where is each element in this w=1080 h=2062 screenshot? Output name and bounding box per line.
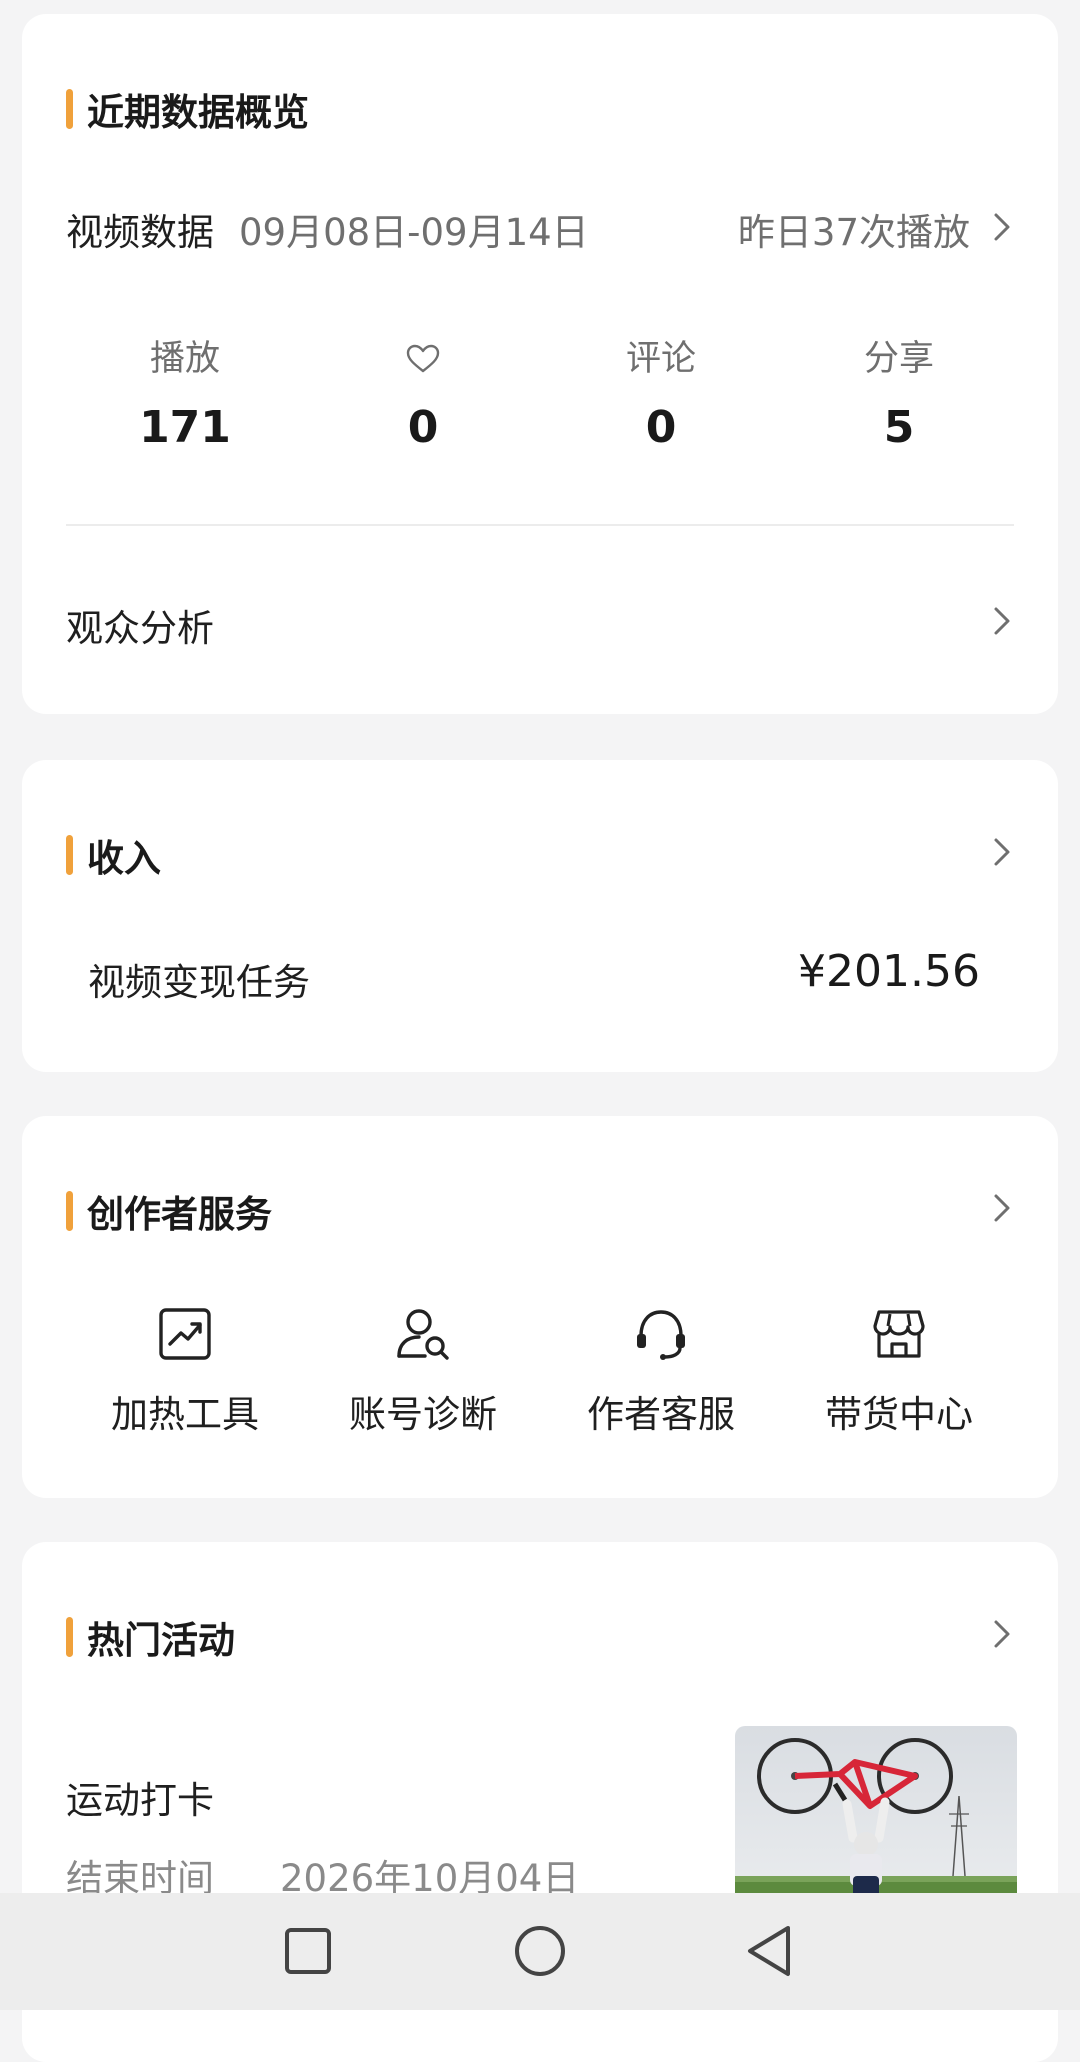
video-data-row[interactable]: 视频数据 09月08日-09月14日 昨日37次播放 <box>66 202 1014 254</box>
accent-bar <box>66 1191 73 1231</box>
home-icon[interactable] <box>508 1919 572 1983</box>
service-label: 账号诊断 <box>349 1393 497 1436</box>
chevron-right-icon[interactable] <box>990 604 1014 638</box>
service-author-support[interactable]: 作者客服 <box>542 1306 780 1438</box>
audience-analysis[interactable]: 观众分析 <box>66 598 214 652</box>
stat-shares[interactable]: 分享 5 <box>780 334 1018 453</box>
accent-bar <box>66 835 73 875</box>
stat-likes[interactable]: 0 <box>304 334 542 453</box>
stat-label: 评论 <box>625 339 696 379</box>
heart-icon <box>304 334 542 384</box>
service-label: 带货中心 <box>825 1393 973 1436</box>
stat-value: 0 <box>407 402 439 453</box>
income-title[interactable]: 收入 <box>66 828 161 882</box>
chevron-right-icon[interactable] <box>990 1617 1014 1651</box>
store-icon <box>873 1310 925 1358</box>
stat-value: 171 <box>139 402 231 453</box>
income-title-text: 收入 <box>87 837 161 880</box>
system-nav-bar <box>0 1893 1080 2010</box>
stat-value: 0 <box>645 402 677 453</box>
video-monetization-label[interactable]: 视频变现任务 <box>88 952 310 1006</box>
chart-trend-icon <box>159 1308 211 1360</box>
yesterday-plays[interactable]: 昨日37次播放 <box>738 202 970 256</box>
divider <box>66 524 1014 526</box>
chevron-right-icon[interactable] <box>990 210 1014 244</box>
accent-bar <box>66 89 73 129</box>
overview-title: 近期数据概览 <box>66 82 309 136</box>
accent-bar <box>66 1617 73 1657</box>
activities-title[interactable]: 热门活动 <box>66 1610 235 1664</box>
stat-label: 分享 <box>863 339 934 379</box>
video-data-label: 视频数据 <box>66 211 214 254</box>
back-icon[interactable] <box>738 1919 802 1983</box>
chevron-right-icon[interactable] <box>990 1191 1014 1225</box>
stat-plays[interactable]: 播放 171 <box>66 334 304 453</box>
creator-services-card: 创作者服务 加热工具 账号诊断 作者客服 带货中心 <box>22 1116 1058 1498</box>
chevron-right-icon[interactable] <box>990 835 1014 869</box>
service-account-diagnosis[interactable]: 账号诊断 <box>304 1306 542 1438</box>
stat-value: 5 <box>883 402 915 453</box>
stat-comments[interactable]: 评论 0 <box>542 334 780 453</box>
income-card: 收入 视频变现任务 ¥201.56 <box>22 760 1058 1072</box>
date-range: 09月08日-09月14日 <box>239 211 589 254</box>
activities-title-text: 热门活动 <box>87 1619 235 1662</box>
headset-icon <box>637 1310 685 1360</box>
service-commerce-center[interactable]: 带货中心 <box>780 1306 1018 1438</box>
overview-card: 近期数据概览 视频数据 09月08日-09月14日 昨日37次播放 播放 171… <box>22 14 1058 714</box>
overview-title-text: 近期数据概览 <box>87 91 309 134</box>
services-title-text: 创作者服务 <box>87 1193 272 1236</box>
user-search-icon <box>397 1309 449 1360</box>
stats-row: 播放 171 0 评论 0 分享 5 <box>66 334 1014 474</box>
service-boost-tool[interactable]: 加热工具 <box>66 1306 304 1438</box>
service-label: 加热工具 <box>111 1393 259 1436</box>
service-label: 作者客服 <box>587 1393 735 1436</box>
stat-label: 播放 <box>149 339 220 379</box>
activity-name[interactable]: 运动打卡 <box>66 1770 214 1824</box>
income-amount: ¥201.56 <box>798 946 980 997</box>
services-title[interactable]: 创作者服务 <box>66 1184 272 1238</box>
recent-apps-icon[interactable] <box>276 1919 340 1983</box>
